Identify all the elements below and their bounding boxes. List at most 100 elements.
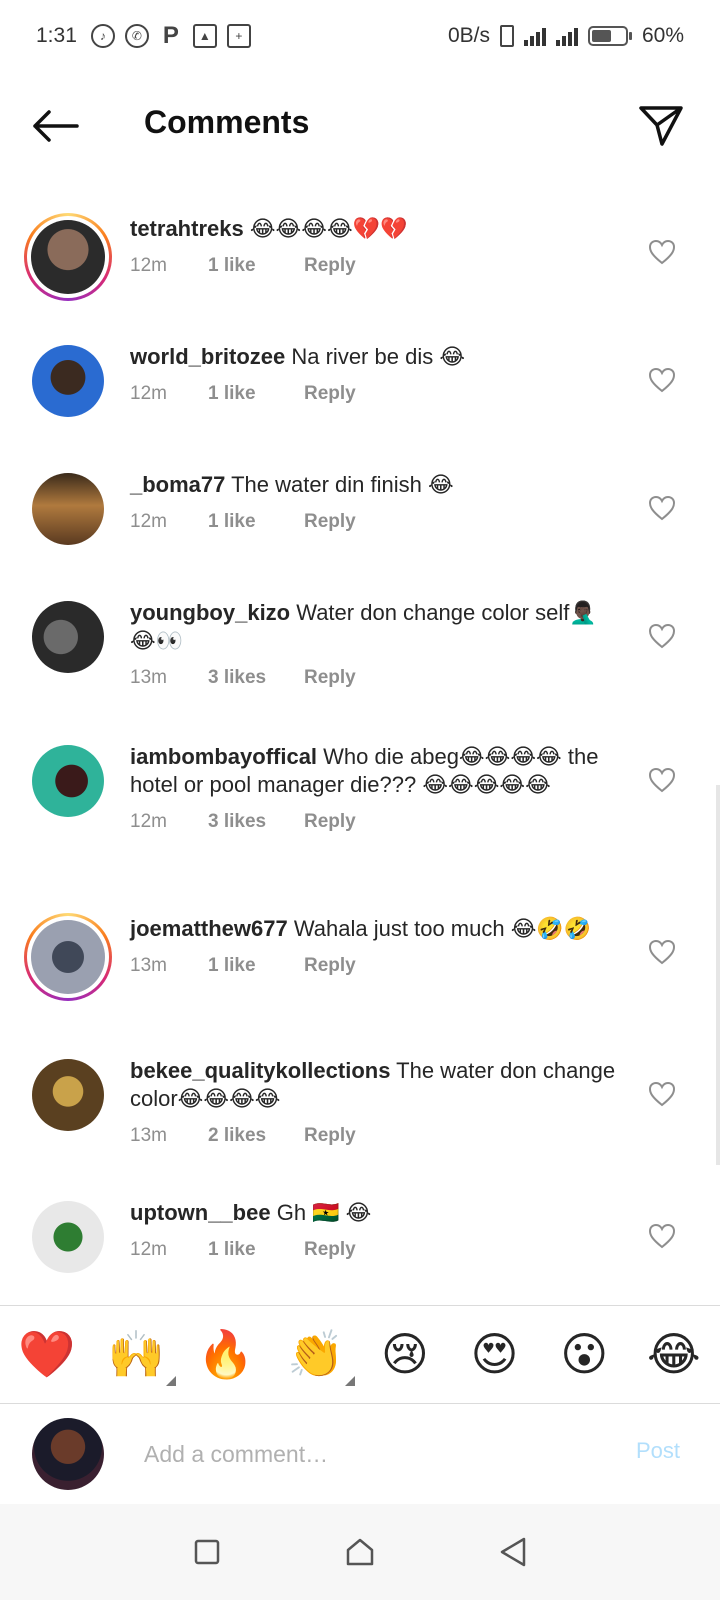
reply-button[interactable]: Reply xyxy=(304,383,356,405)
emoji-crying-button[interactable]: 😢 xyxy=(377,1326,433,1382)
emoji-heart-eyes-button[interactable]: 😍 xyxy=(467,1326,523,1382)
music-app-icon: ♪ xyxy=(90,24,115,48)
comment-username[interactable]: iambombayoffical xyxy=(130,744,317,769)
avatar[interactable] xyxy=(24,213,112,301)
comment-text: joematthew677 Wahala just too much 😂🤣🤣 xyxy=(130,916,592,941)
comment-item: _boma77 The water din finish 😂 12m 1 lik… xyxy=(0,471,720,545)
comment-time: 13m xyxy=(130,667,167,688)
emoji-quick-bar: ❤️ 🙌 🔥 👏 😢 😍 😮 😂 xyxy=(0,1306,720,1402)
arrow-left-icon xyxy=(33,110,79,142)
back-button[interactable] xyxy=(30,104,80,148)
heart-icon[interactable] xyxy=(648,623,676,649)
recents-button[interactable] xyxy=(187,1532,227,1572)
avatar-image xyxy=(32,745,104,817)
comment-item: tetrahtreks 😂😂😂😂💔💔 12m 1 like Reply xyxy=(0,213,720,301)
comment-likes[interactable]: 2 likes xyxy=(208,1125,304,1147)
comment-likes[interactable]: 1 like xyxy=(208,1239,304,1261)
heart-icon[interactable] xyxy=(648,239,676,265)
comment-text: tetrahtreks 😂😂😂😂💔💔 xyxy=(130,216,408,241)
net-speed: 0B/s xyxy=(447,24,490,47)
emoji-raising-hands-button[interactable]: 🙌 xyxy=(108,1326,176,1386)
battery-saver-icon: + xyxy=(226,24,251,48)
comment-item: bekee_qualitykollections The water don c… xyxy=(0,1057,720,1147)
emoji-clap-button[interactable]: 👏 xyxy=(287,1326,356,1386)
comment-item: iambombayoffical Who die abeg😂😂😂😂 the ho… xyxy=(0,743,720,833)
comment-likes[interactable]: 1 like xyxy=(208,955,304,977)
comment-time: 12m xyxy=(130,255,167,276)
heart-icon[interactable] xyxy=(648,367,676,393)
avatar[interactable] xyxy=(32,1201,104,1273)
header: Comments xyxy=(0,84,720,168)
comment-likes[interactable]: 1 like xyxy=(208,511,304,533)
scrollbar[interactable] xyxy=(716,785,720,1165)
avatar-image xyxy=(32,601,104,673)
avatar[interactable] xyxy=(32,601,104,673)
reply-button[interactable]: Reply xyxy=(304,511,356,533)
home-icon xyxy=(346,1538,374,1566)
comment-text: _boma77 The water din finish 😂 xyxy=(130,472,454,497)
comment-meta: 13m 1 like Reply xyxy=(130,955,620,977)
avatar-image xyxy=(32,345,104,417)
avatar[interactable] xyxy=(32,473,104,545)
comment-item: world_britozee Na river be dis 😂 12m 1 l… xyxy=(0,343,720,417)
emoji-surprised-button[interactable]: 😮 xyxy=(556,1326,612,1382)
comment-list[interactable]: tetrahtreks 😂😂😂😂💔💔 12m 1 like Reply worl… xyxy=(0,195,720,1305)
comment-username[interactable]: joematthew677 xyxy=(130,916,288,941)
comment-input[interactable] xyxy=(144,1434,604,1474)
reply-button[interactable]: Reply xyxy=(304,955,356,977)
post-button[interactable]: Post xyxy=(636,1438,680,1464)
comment-likes[interactable]: 3 likes xyxy=(208,667,304,689)
whatsapp-icon: ✆ xyxy=(124,24,149,48)
comment-likes[interactable]: 1 like xyxy=(208,255,304,277)
battery-icon xyxy=(587,26,632,46)
reply-button[interactable]: Reply xyxy=(304,1125,356,1147)
status-bar: 1:31 ♪ ✆ P ▲ + 0B/s 60% xyxy=(0,0,720,72)
home-button[interactable] xyxy=(340,1532,380,1572)
share-button[interactable] xyxy=(636,102,686,150)
signal-icon-2 xyxy=(555,26,578,46)
comment-meta: 13m 2 likes Reply xyxy=(130,1125,620,1147)
comment-username[interactable]: tetrahtreks xyxy=(130,216,244,241)
system-nav-bar xyxy=(0,1504,720,1600)
comment-username[interactable]: youngboy_kizo xyxy=(130,600,290,625)
emoji-laughing-button[interactable]: 😂 xyxy=(646,1326,702,1382)
comment-item: uptown__bee Gh 🇬🇭 😂 12m 1 like Reply xyxy=(0,1199,720,1273)
comment-time: 13m xyxy=(130,1125,167,1146)
comment-username[interactable]: bekee_qualitykollections xyxy=(130,1058,390,1083)
avatar[interactable] xyxy=(32,745,104,817)
back-nav-button[interactable] xyxy=(493,1532,533,1572)
comment-time: 12m xyxy=(130,811,167,832)
heart-icon[interactable] xyxy=(648,1081,676,1107)
comment-meta: 12m 1 like Reply xyxy=(130,255,620,277)
reply-button[interactable]: Reply xyxy=(304,667,356,689)
avatar-image xyxy=(32,1059,104,1131)
heart-icon[interactable] xyxy=(648,767,676,793)
paper-plane-icon xyxy=(639,106,683,146)
comment-meta: 12m 3 likes Reply xyxy=(130,811,620,833)
status-right: 0B/s 60% xyxy=(448,24,684,48)
heart-icon[interactable] xyxy=(648,495,676,521)
avatar[interactable] xyxy=(32,1059,104,1131)
comment-username[interactable]: uptown__bee xyxy=(130,1200,271,1225)
current-user-avatar xyxy=(32,1418,104,1490)
heart-icon[interactable] xyxy=(648,1223,676,1249)
triangle-back-icon xyxy=(501,1537,526,1567)
reply-button[interactable]: Reply xyxy=(304,255,356,277)
comment-meta: 13m 3 likes Reply xyxy=(130,667,620,689)
comment-likes[interactable]: 1 like xyxy=(208,383,304,405)
comment-text: bekee_qualitykollections The water don c… xyxy=(130,1058,616,1111)
emoji-fire-button[interactable]: 🔥 xyxy=(197,1326,254,1382)
comment-likes[interactable]: 3 likes xyxy=(208,811,304,833)
avatar-image xyxy=(32,473,104,545)
avatar[interactable] xyxy=(32,345,104,417)
comment-username[interactable]: _boma77 xyxy=(130,472,225,497)
comment-username[interactable]: world_britozee xyxy=(130,344,285,369)
notification-icons: ♪ ✆ P ▲ + xyxy=(90,22,251,49)
comment-text: uptown__bee Gh 🇬🇭 😂 xyxy=(130,1200,372,1225)
heart-icon[interactable] xyxy=(648,939,676,965)
comment-item: youngboy_kizo Water don change color sel… xyxy=(0,599,720,689)
avatar[interactable] xyxy=(24,913,112,1001)
reply-button[interactable]: Reply xyxy=(304,1239,356,1261)
reply-button[interactable]: Reply xyxy=(304,811,356,833)
emoji-heart-button[interactable]: ❤️ xyxy=(18,1326,75,1382)
